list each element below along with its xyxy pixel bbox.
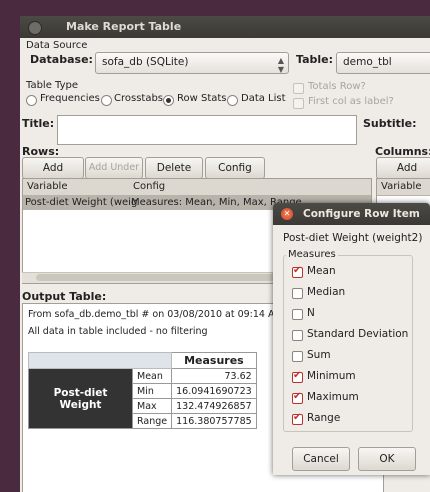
radio-crosstabs-label: Crosstabs xyxy=(114,93,164,104)
output-filter-line: All data in table included - no filterin… xyxy=(28,326,208,337)
output-corner-cell xyxy=(27,352,173,369)
window-titlebar[interactable]: Make Report Table xyxy=(20,16,430,38)
measure-median-checkbox[interactable] xyxy=(292,288,303,299)
output-value-min: 16.0941690723 xyxy=(171,383,257,399)
database-value: sofa_db (SQLite) xyxy=(102,56,189,68)
measure-range[interactable]: Range xyxy=(292,412,412,426)
scrollbar-thumb[interactable] xyxy=(36,274,276,281)
rows-add-button[interactable]: Add xyxy=(22,157,84,179)
rows-list-header: Variable Config xyxy=(23,179,371,196)
configure-row-item-dialog: ✕ Configure Row Item Post-diet Weight (w… xyxy=(273,203,430,475)
table-dropdown[interactable]: demo_tbl xyxy=(336,52,430,74)
first-col-label-text: First col as label? xyxy=(308,96,394,107)
spinner-arrows-icon: ▲ ▼ xyxy=(277,56,284,74)
data-source-heading: Data Source xyxy=(26,40,88,51)
measures-frame xyxy=(283,255,413,432)
window-close-icon[interactable] xyxy=(28,21,42,35)
totals-row-label: Totals Row? xyxy=(308,81,366,92)
totals-row-checkbox[interactable] xyxy=(293,83,304,94)
output-table-heading: Output Table: xyxy=(22,290,107,303)
rows-variable-header[interactable]: Variable xyxy=(27,181,68,192)
radio-frequencies-label: Frequencies xyxy=(40,93,100,104)
database-dropdown[interactable]: sofa_db (SQLite) ▲ ▼ xyxy=(95,52,289,74)
measure-std-dev-checkbox[interactable] xyxy=(292,330,303,341)
output-value-max: 132.474926857 xyxy=(171,398,257,414)
rows-add-under-button[interactable]: Add Under xyxy=(85,157,143,179)
output-stats-table: Measures Post-diet Weight Mean 73.62 Min… xyxy=(27,352,257,429)
dialog-title: Configure Row Item xyxy=(303,208,420,220)
output-measure-max: Max xyxy=(131,398,173,414)
output-measure-mean: Mean xyxy=(131,368,173,384)
measure-sum-label: Sum xyxy=(307,349,331,361)
measure-minimum-checkbox[interactable] xyxy=(292,370,303,383)
measure-minimum[interactable]: Minimum xyxy=(292,370,412,384)
measure-sum-checkbox[interactable] xyxy=(292,351,303,362)
title-label: Title: xyxy=(22,117,55,130)
table-type-heading: Table Type xyxy=(26,80,79,91)
radio-row-stats-label: Row Stats xyxy=(177,93,227,104)
database-label: Database: xyxy=(30,53,93,66)
output-measure-range: Range xyxy=(131,413,173,429)
measures-heading: Measures xyxy=(286,249,338,260)
title-input[interactable] xyxy=(57,115,357,145)
window-title: Make Report Table xyxy=(66,20,182,33)
dialog-titlebar[interactable]: ✕ Configure Row Item xyxy=(273,203,430,225)
rows-config-header[interactable]: Config xyxy=(133,181,165,192)
measure-maximum-label: Maximum xyxy=(307,391,359,403)
measure-n-label: N xyxy=(307,307,315,319)
ok-button[interactable]: OK xyxy=(358,447,416,471)
measure-median[interactable]: Median xyxy=(292,286,412,300)
output-source-line: From sofa_db.demo_tbl # on 03/08/2010 at… xyxy=(28,309,283,320)
measure-maximum-checkbox[interactable] xyxy=(292,391,303,404)
table-value: demo_tbl xyxy=(343,56,392,68)
dialog-variable-label: Post-diet Weight (weight2) xyxy=(283,232,423,244)
columns-variable-header[interactable]: Variable xyxy=(381,181,422,192)
measure-range-label: Range xyxy=(307,412,341,424)
columns-list-header: Variable xyxy=(377,179,430,196)
measure-n-checkbox[interactable] xyxy=(292,309,303,320)
measure-maximum[interactable]: Maximum xyxy=(292,391,412,405)
output-measures-header: Measures xyxy=(171,352,257,369)
subtitle-label: Subtitle: xyxy=(363,117,417,130)
rows-config-button[interactable]: Config xyxy=(205,157,265,179)
measure-minimum-label: Minimum xyxy=(307,370,356,382)
measure-mean-checkbox[interactable] xyxy=(292,265,303,278)
output-measure-min: Min xyxy=(131,383,173,399)
measure-sum[interactable]: Sum xyxy=(292,349,412,363)
rows-delete-button[interactable]: Delete xyxy=(145,157,203,179)
row-variable-cell: Post-diet Weight (weig xyxy=(25,197,138,208)
radio-crosstabs[interactable] xyxy=(101,95,112,106)
radio-data-list[interactable] xyxy=(227,95,238,106)
radio-frequencies[interactable] xyxy=(26,95,37,106)
measure-range-checkbox[interactable] xyxy=(292,412,303,425)
table-label: Table: xyxy=(296,53,334,66)
radio-row-stats[interactable] xyxy=(163,95,174,106)
output-value-mean: 73.62 xyxy=(171,368,257,384)
columns-add-button[interactable]: Add xyxy=(376,157,430,179)
output-value-range: 116.380757785 xyxy=(171,413,257,429)
first-col-label-checkbox[interactable] xyxy=(293,98,304,109)
output-row-label: Post-diet Weight xyxy=(28,368,133,429)
radio-data-list-label: Data List xyxy=(241,93,286,104)
measure-median-label: Median xyxy=(307,286,346,298)
measure-standard-deviation[interactable]: Standard Deviation xyxy=(292,328,412,342)
measure-mean-label: Mean xyxy=(307,265,336,277)
measure-mean[interactable]: Mean xyxy=(292,265,412,279)
measure-std-dev-label: Standard Deviation xyxy=(307,328,409,340)
measure-n[interactable]: N xyxy=(292,307,412,321)
cancel-button[interactable]: Cancel xyxy=(292,447,350,471)
dialog-close-icon[interactable]: ✕ xyxy=(281,208,293,220)
